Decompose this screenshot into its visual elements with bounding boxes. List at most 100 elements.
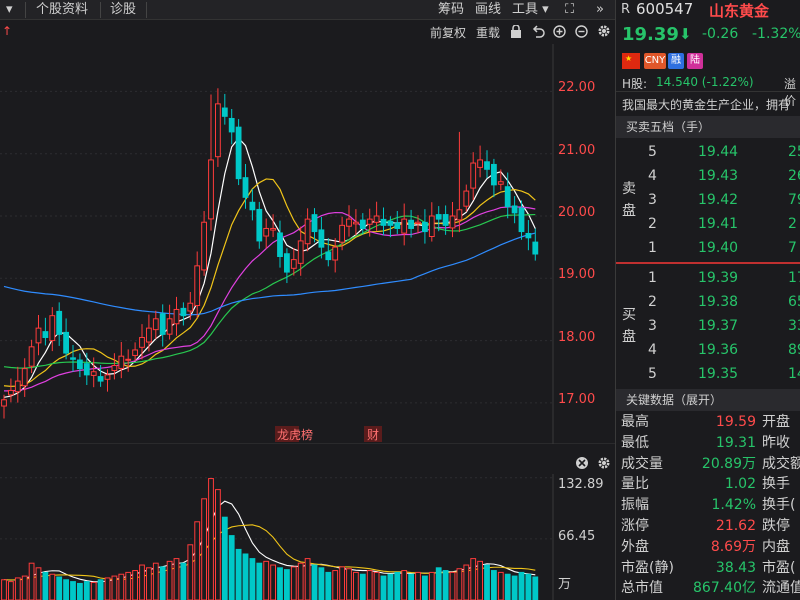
reload-button[interactable]: 重载 [476, 24, 500, 41]
bids-level-row[interactable]: 5 19.35 142 [616, 362, 800, 386]
volume-bar [83, 581, 90, 600]
volume-bar [456, 568, 463, 600]
candle-body [90, 371, 97, 376]
close-volume-icon[interactable] [576, 457, 588, 469]
stock-info-tab[interactable]: 个股资料 [36, 0, 88, 20]
candle-body [470, 162, 477, 189]
h-share-label: H股: [622, 77, 648, 91]
asks-level-row[interactable]: 5 19.44 25 [616, 140, 800, 164]
draw-line-button[interactable]: 画线 [475, 0, 501, 20]
volume-bar [215, 489, 221, 600]
volume-bar [152, 562, 159, 600]
volume-bar [408, 573, 415, 600]
volume-bar [56, 576, 63, 600]
price-tick-label: 21.00 [558, 143, 595, 158]
stock-name[interactable]: 山东黄金 [709, 0, 769, 21]
volume-bar [221, 516, 228, 600]
asks-level-row[interactable]: 2 19.41 2 [616, 212, 800, 236]
candle-body [387, 220, 394, 226]
h-share-line[interactable]: H股: 14.540 (-1.22%) 溢价 [616, 74, 800, 108]
zoom-in-icon[interactable] [553, 25, 566, 38]
collapse-panel-icon[interactable]: » [596, 0, 604, 20]
key-data-header[interactable]: 关键数据（展开） [616, 389, 800, 411]
key-data-row: 总市值 867.40亿 流通值 [616, 578, 800, 598]
period-dropdown-icon[interactable]: ▾ [6, 0, 13, 20]
level-number: 2 [648, 294, 657, 310]
lock-icon[interactable] [510, 25, 522, 38]
level-price: 19.39 [698, 270, 739, 286]
volume-bar [511, 575, 518, 600]
volume-bar [49, 573, 56, 600]
zoom-out-icon[interactable] [575, 25, 588, 38]
level-number: 5 [648, 144, 657, 160]
candle-body [297, 240, 304, 264]
candle [49, 307, 56, 352]
tools-menu-button[interactable]: 工具 ▾ [512, 0, 549, 20]
volume-bar [532, 576, 539, 600]
candle-body [249, 201, 256, 211]
candle [152, 310, 159, 339]
volume-bar [373, 571, 380, 600]
candle [325, 238, 332, 267]
bids-level-row[interactable]: 2 19.38 65 [616, 290, 800, 314]
candle-body [118, 355, 125, 369]
key-data-right-label: 换手( [762, 497, 796, 514]
candle [187, 291, 194, 320]
candle-body [353, 221, 359, 225]
badge-row: ★ CNY 融 陆 [616, 50, 800, 72]
candles [1, 88, 539, 419]
key-data-label: 涨停 [621, 518, 649, 534]
candle-body [491, 163, 497, 186]
bids-level-row[interactable]: 1 19.39 171 [616, 266, 800, 290]
candle-body [511, 205, 518, 214]
chips-button[interactable]: 筹码 [438, 0, 464, 20]
volume-bar [28, 562, 35, 600]
volume-bar [380, 575, 387, 600]
key-data-value: 20.89万 [701, 455, 756, 472]
volume-bar [491, 570, 497, 600]
ma10-line [3, 178, 536, 387]
candle [35, 314, 42, 356]
candlestick-chart[interactable]: 22.00 21.00 20.00 19.00 18.00 17.00 龙虎榜 … [0, 44, 615, 444]
candle [21, 358, 28, 397]
settings-gear-icon[interactable] [597, 24, 611, 38]
candle [511, 196, 518, 224]
chart-toolbar: ▾ 个股资料 诊股 筹码 画线 工具 ▾ ⛶ » [0, 0, 615, 20]
volume-max-tick: 132.89 [558, 477, 604, 492]
candle-body [49, 315, 56, 342]
candle [139, 324, 145, 360]
bids-level-row[interactable]: 3 19.37 33 [616, 314, 800, 338]
candle-body [215, 103, 221, 158]
pin-arrow-icon[interactable]: ↑ [2, 24, 12, 38]
diagnose-tab[interactable]: 诊股 [110, 0, 136, 20]
volume-bar [359, 573, 366, 600]
undo-icon[interactable] [532, 25, 545, 38]
asks-level-row[interactable]: 1 19.40 7 [616, 236, 800, 260]
forward-adjust-button[interactable]: 前复权 [430, 24, 466, 41]
volume-settings-gear-icon[interactable] [598, 457, 610, 469]
price-axis-labels: 22.00 21.00 20.00 19.00 18.00 17.00 [558, 80, 595, 407]
financial-report-tag[interactable]: 财 [367, 428, 379, 442]
volume-bar [173, 558, 180, 600]
volume-chart[interactable]: 132.89 66.45 万 [0, 452, 615, 600]
candle-body [290, 259, 297, 269]
fullscreen-icon[interactable]: ⛶ [565, 0, 574, 20]
candle [8, 378, 14, 403]
candle [173, 296, 180, 336]
candle-body [415, 221, 421, 225]
key-data-right-label: 流通值 [762, 580, 800, 597]
candle-body [332, 246, 339, 261]
candle [491, 158, 497, 198]
candle [14, 366, 21, 403]
candle-body [104, 374, 111, 380]
dragon-tiger-tag[interactable]: 龙虎榜 [277, 427, 313, 442]
candle [332, 238, 339, 273]
order-book-header[interactable]: 买卖五档（手） [616, 116, 800, 138]
volume-bar [318, 567, 325, 600]
bids-level-row[interactable]: 4 19.36 89 [616, 338, 800, 362]
asks-level-row[interactable]: 4 19.43 26 [616, 164, 800, 188]
candle-body [152, 318, 159, 331]
asks-level-row[interactable]: 3 19.42 79 [616, 188, 800, 212]
volume-bar [339, 566, 346, 600]
china-flag-icon: ★ [622, 53, 640, 69]
